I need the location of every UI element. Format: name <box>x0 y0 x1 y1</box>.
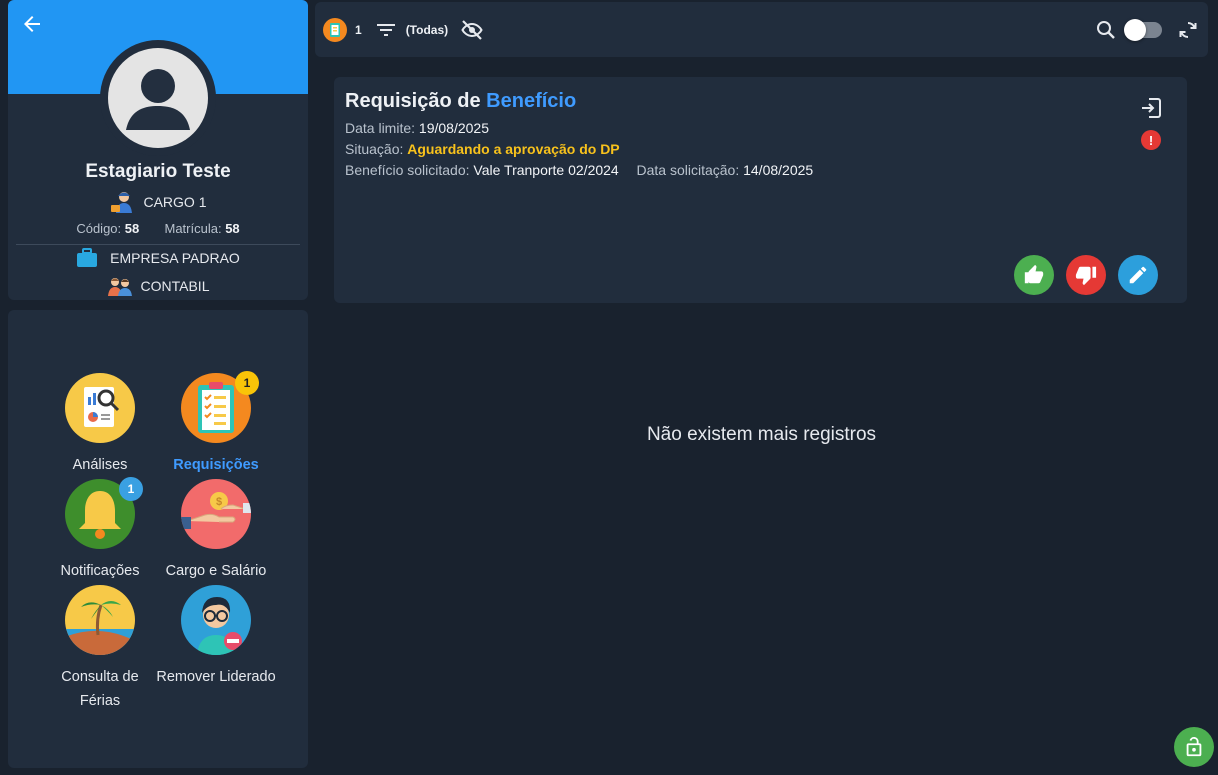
alert-icon: ! <box>1141 130 1161 150</box>
user-name: Estagiario Teste <box>85 161 231 182</box>
thumbs-down-icon <box>1075 266 1097 286</box>
pencil-icon <box>1129 266 1147 284</box>
menu-item-notificacoes[interactable]: 1 Notificações <box>40 477 160 583</box>
filter-icon[interactable] <box>374 18 398 42</box>
empresa-row: EMPRESA PADRAO <box>8 248 308 268</box>
svg-text:$: $ <box>216 496 222 508</box>
empresa-label: EMPRESA PADRAO <box>110 250 240 266</box>
cargo-row: CARGO 1 <box>8 190 308 214</box>
cargo-label: CARGO 1 <box>143 194 207 210</box>
deadline-label: Data limite: <box>345 120 416 136</box>
menu-label-analises: Análises <box>72 457 128 473</box>
refresh-icon[interactable] <box>1176 18 1200 42</box>
matricula-label: Matrícula: <box>164 221 222 236</box>
request-title-prefix: Requisição de <box>345 90 481 112</box>
unlock-button[interactable] <box>1174 727 1214 767</box>
menu-item-remover-liderado[interactable]: Remover Liderado <box>156 585 276 689</box>
requisicoes-badge: 1 <box>235 371 259 395</box>
menu-label-remover-liderado: Remover Liderado <box>156 669 276 685</box>
menu-label-cargo-salario: Cargo e Salário <box>165 563 267 579</box>
menu-label-ferias: Consulta de Férias <box>61 669 139 709</box>
team-icon <box>107 278 132 296</box>
request-card: Requisição de Benefício Data limite: 19/… <box>334 77 1187 303</box>
toolbar: 1 (Todas) <box>315 2 1208 57</box>
empty-message: Não existem mais registros <box>646 424 877 445</box>
setor-label: CONTABIL <box>140 278 210 294</box>
benefit-label: Benefício solicitado: <box>345 162 470 178</box>
requests-count: 1 <box>355 23 362 37</box>
thumbs-up-icon <box>1024 264 1044 284</box>
benefit-row: Benefício solicitado: Vale Tranporte 02/… <box>345 162 813 178</box>
menu-item-ferias[interactable]: Consulta de Férias <box>40 585 160 713</box>
worker-icon <box>111 192 133 213</box>
notificacoes-badge: 1 <box>119 477 143 501</box>
codes-row: Código: 58 Matrícula: 58 <box>8 221 308 236</box>
profile-card: Estagiario Teste CARGO 1 Código: 58 Matr… <box>8 0 308 300</box>
avatar <box>100 40 216 156</box>
briefcase-icon <box>77 248 98 267</box>
status-row: Situação: Aguardando a aprovação do DP <box>345 141 620 157</box>
unlock-icon <box>1186 737 1202 757</box>
menu-card: Análises 1 Requisições 1 Notificações $ … <box>8 310 308 768</box>
request-title-accent: Benefício <box>486 90 577 112</box>
user-silhouette-icon <box>126 69 190 130</box>
remove-person-icon <box>197 597 242 655</box>
setor-row: CONTABIL <box>8 276 308 296</box>
menu-label-notificacoes: Notificações <box>60 563 140 579</box>
approve-button[interactable] <box>1014 255 1054 295</box>
open-request-icon[interactable] <box>1139 96 1163 120</box>
filter-all-label[interactable]: (Todas) <box>406 23 448 37</box>
edit-button[interactable] <box>1118 255 1158 295</box>
menu-item-analises[interactable]: Análises <box>40 373 160 477</box>
reject-button[interactable] <box>1066 255 1106 295</box>
status-value: Aguardando a aprovação do DP <box>407 141 620 157</box>
menu-item-cargo-salario[interactable]: $ Cargo e Salário <box>156 479 276 583</box>
benefit-value: Vale Tranporte 02/2024 <box>473 162 619 178</box>
beach-icon <box>65 601 135 655</box>
menu-label-requisicoes: Requisições <box>173 457 259 473</box>
analytics-icon <box>84 387 120 427</box>
divider <box>16 244 300 245</box>
request-title: Requisição de Benefício <box>345 90 576 113</box>
codigo-label: Código: <box>76 221 122 236</box>
codigo-value: 58 <box>124 221 140 236</box>
request-date-value: 14/08/2025 <box>743 162 814 178</box>
search-icon[interactable] <box>1094 18 1118 42</box>
back-arrow-icon[interactable] <box>20 12 44 36</box>
deadline-value: 19/08/2025 <box>418 120 489 136</box>
status-label: Situação: <box>345 141 404 157</box>
menu-item-requisicoes[interactable]: 1 Requisições <box>156 371 276 477</box>
salary-hand-icon: $ <box>181 492 251 529</box>
deadline-row: Data limite: 19/08/2025 <box>345 120 489 136</box>
requisicoes-mini-icon <box>323 18 347 42</box>
request-date-label: Data solicitação: <box>636 162 740 178</box>
view-toggle[interactable] <box>1124 19 1162 41</box>
eye-off-icon[interactable] <box>460 18 484 42</box>
matricula-value: 58 <box>225 221 240 236</box>
